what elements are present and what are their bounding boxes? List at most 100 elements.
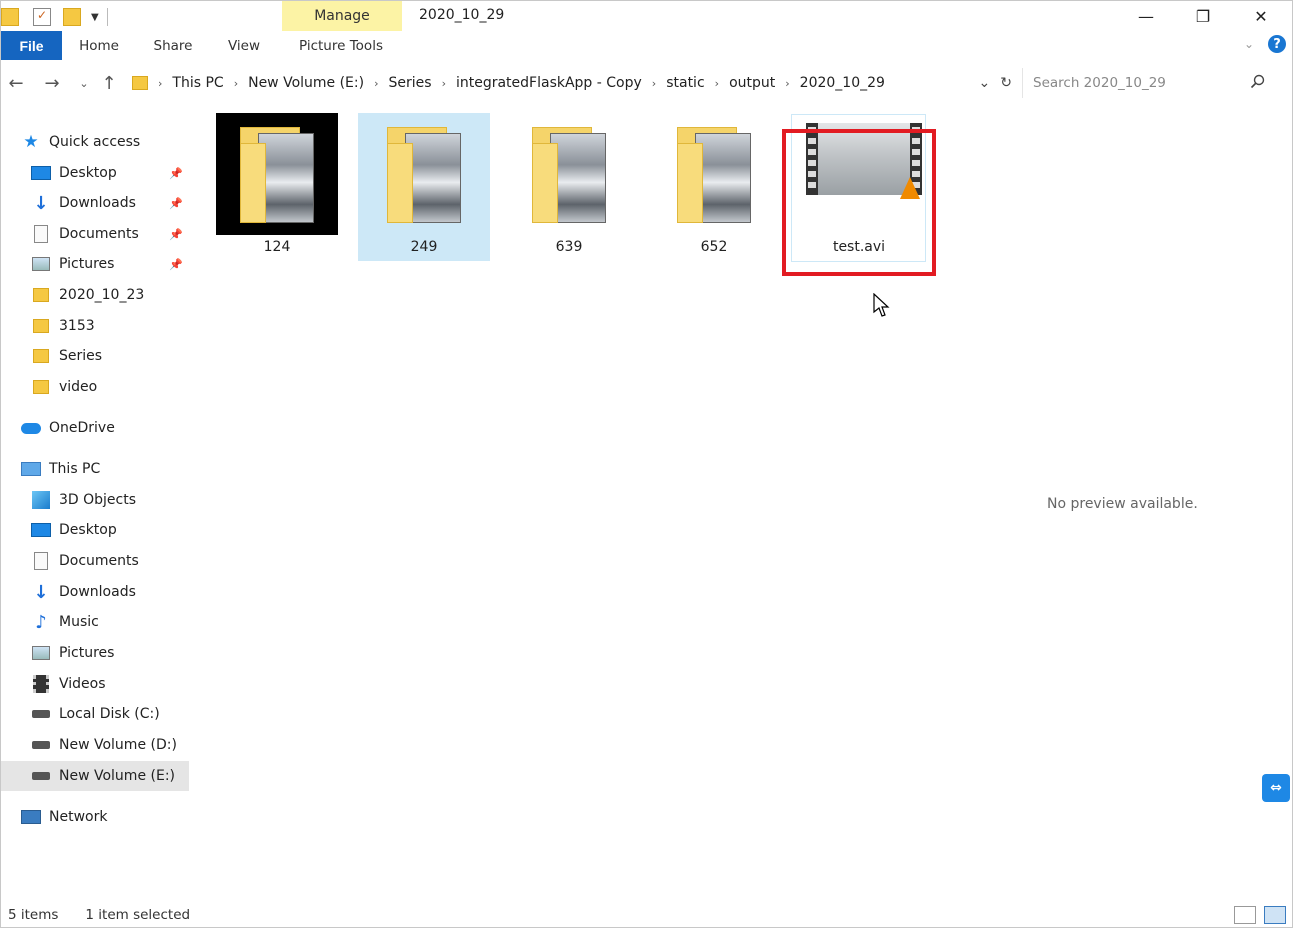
chevron-right-icon[interactable]: › [374, 77, 378, 90]
sidebar-item-label: Desktop [59, 522, 117, 538]
address-controls: ⌄ ↻ [979, 68, 1012, 98]
documents-icon [34, 552, 48, 570]
up-arrow-icon[interactable]: ↑ [96, 67, 122, 99]
back-arrow-icon[interactable]: ← [3, 67, 29, 99]
image-preview [405, 133, 461, 223]
chevron-down-icon[interactable]: ⌄ [1244, 37, 1254, 51]
sidebar-item-documents[interactable]: Documents 📌 [31, 219, 189, 249]
close-button[interactable]: ✕ [1232, 1, 1290, 31]
sidebar-item-desktop-pc[interactable]: Desktop [31, 515, 189, 545]
image-preview [695, 133, 751, 223]
folder-icon [132, 76, 148, 90]
folder-thumbnail [508, 113, 630, 235]
sidebar-item-this-pc[interactable]: This PC [21, 454, 189, 484]
sidebar-item-label: New Volume (E:) [59, 768, 175, 784]
star-icon: ★ [23, 132, 39, 152]
remote-control-icon[interactable]: ⇔ [1262, 774, 1290, 802]
drive-icon [32, 741, 50, 749]
sidebar-item-new-volume-d[interactable]: New Volume (D:) [31, 730, 189, 760]
address-dropdown-icon[interactable]: ⌄ [979, 75, 991, 91]
sidebar-item-2020-10-23[interactable]: 2020_10_23 [31, 280, 189, 310]
sidebar-item-label: Documents [59, 553, 139, 569]
file-explorer-window: ▼ Manage 2020_10_29 — ❐ ✕ File Home Shar… [0, 0, 1293, 928]
sidebar-item-music[interactable]: ♪ Music [31, 607, 189, 637]
tab-picture-tools[interactable]: Picture Tools [285, 31, 397, 60]
file-name: 639 [555, 239, 583, 255]
sidebar-item-downloads-pc[interactable]: ↓ Downloads [31, 577, 189, 607]
folder-front [240, 143, 266, 223]
pictures-icon [32, 646, 50, 660]
sidebar-item-pictures[interactable]: Pictures 📌 [31, 249, 189, 279]
sidebar-item-documents-pc[interactable]: Documents [31, 546, 189, 576]
search-icon[interactable] [1250, 74, 1266, 90]
chevron-right-icon[interactable]: › [715, 77, 719, 90]
address-bar[interactable]: › This PC › New Volume (E:) › Series › i… [127, 68, 1012, 98]
preview-message: No preview available. [1047, 496, 1198, 512]
pin-icon[interactable]: 📌 [169, 228, 183, 241]
downloads-icon: ↓ [33, 581, 49, 603]
sidebar-item-videos[interactable]: Videos [31, 669, 189, 699]
item-count: 5 items [8, 907, 59, 923]
breadcrumb-new-volume-e[interactable]: New Volume (E:) [248, 75, 364, 91]
chevron-right-icon[interactable]: › [652, 77, 656, 90]
file-item-249[interactable]: 249 [358, 113, 490, 261]
breadcrumb-output[interactable]: output [729, 75, 775, 91]
breadcrumb-this-pc[interactable]: This PC [172, 75, 223, 91]
sidebar-item-network[interactable]: Network [21, 802, 189, 832]
tab-manage[interactable]: Manage [282, 1, 402, 31]
pin-icon[interactable]: 📌 [169, 197, 183, 210]
sidebar-item-series[interactable]: Series [31, 341, 189, 371]
file-item-639[interactable]: 639 [503, 113, 635, 261]
breadcrumb-series[interactable]: Series [389, 75, 432, 91]
refresh-icon[interactable]: ↻ [1000, 75, 1012, 91]
sidebar-item-label: OneDrive [49, 420, 115, 436]
chevron-right-icon[interactable]: › [158, 77, 162, 90]
sidebar-item-onedrive[interactable]: OneDrive [21, 413, 189, 443]
sidebar-item-pictures-pc[interactable]: Pictures [31, 638, 189, 668]
pin-icon[interactable]: 📌 [169, 167, 183, 180]
sidebar-item-label: 3D Objects [59, 492, 137, 508]
folder-front [387, 143, 413, 223]
folder-icon [33, 380, 49, 394]
minimize-button[interactable]: — [1117, 1, 1175, 31]
window-title: 2020_10_29 [419, 7, 505, 23]
properties-icon[interactable] [33, 8, 51, 26]
sidebar-item-label: Pictures [59, 256, 115, 272]
sidebar-item-3153[interactable]: 3153 [31, 311, 189, 341]
tab-home[interactable]: Home [69, 31, 129, 60]
view-buttons [1234, 906, 1286, 924]
recent-locations-icon[interactable]: ⌄ [71, 67, 97, 99]
new-folder-icon[interactable] [63, 8, 81, 26]
tab-file[interactable]: File [1, 31, 62, 60]
breadcrumb-integratedflaskapp-copy[interactable]: integratedFlaskApp - Copy [456, 75, 642, 91]
customize-toolbar-icon[interactable]: ▼ [91, 12, 99, 23]
file-item-124[interactable]: 124 [211, 113, 343, 261]
sidebar-item-3d-objects[interactable]: 3D Objects [31, 485, 189, 515]
navigation-bar: ← → ⌄ ↑ › This PC › New Volume (E:) › Se… [1, 67, 1292, 99]
sidebar-item-desktop[interactable]: Desktop 📌 [31, 158, 189, 188]
large-icons-view-icon[interactable] [1264, 906, 1286, 924]
image-preview [550, 133, 606, 223]
folder-thumbnail [653, 113, 775, 235]
sidebar-item-local-disk-c[interactable]: Local Disk (C:) [31, 699, 189, 729]
help-icon[interactable]: ? [1268, 35, 1286, 53]
tab-share[interactable]: Share [144, 31, 202, 60]
sidebar-item-label: video [59, 379, 98, 395]
breadcrumb-2020-10-29[interactable]: 2020_10_29 [800, 75, 885, 91]
forward-arrow-icon[interactable]: → [39, 67, 65, 99]
sidebar-item-new-volume-e[interactable]: New Volume (E:) [1, 761, 189, 791]
restore-button[interactable]: ❐ [1174, 1, 1232, 31]
sidebar-item-quick-access[interactable]: ★ Quick access [21, 127, 209, 157]
search-input[interactable]: Search 2020_10_29 [1022, 68, 1278, 98]
tab-view[interactable]: View [217, 31, 271, 60]
sidebar-item-downloads[interactable]: ↓ Downloads 📌 [31, 188, 189, 218]
chevron-right-icon[interactable]: › [234, 77, 238, 90]
breadcrumb-static[interactable]: static [666, 75, 704, 91]
chevron-right-icon[interactable]: › [785, 77, 789, 90]
pin-icon[interactable]: 📌 [169, 258, 183, 271]
details-view-icon[interactable] [1234, 906, 1256, 924]
chevron-right-icon[interactable]: › [442, 77, 446, 90]
sidebar-item-video[interactable]: video [31, 372, 189, 402]
file-item-652[interactable]: 652 [648, 113, 780, 261]
title-bar: ▼ Manage 2020_10_29 — ❐ ✕ [1, 1, 1292, 33]
